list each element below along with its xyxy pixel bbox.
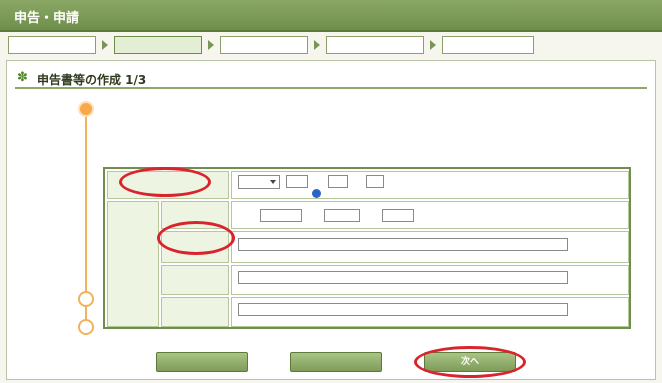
name-input[interactable] — [238, 303, 568, 316]
department-input-cell — [231, 231, 629, 263]
highlight-next-button — [414, 346, 526, 378]
name-input-cell — [231, 297, 629, 327]
step-4[interactable] — [326, 36, 424, 54]
window-titlebar: 申告・申請 — [0, 0, 662, 32]
intro-text — [21, 97, 521, 103]
contact-group-cell — [107, 201, 159, 327]
department-input[interactable] — [238, 238, 568, 251]
step-arrow-icon — [314, 40, 320, 50]
section-3-badge — [78, 319, 94, 335]
name-kana-label — [170, 277, 222, 283]
phone-label — [176, 212, 216, 218]
era-select[interactable] — [238, 175, 280, 189]
main-panel: ✽ 申告書等の作成 1/3 — [6, 60, 656, 380]
step-3[interactable] — [220, 36, 308, 54]
contact-group-label — [116, 262, 152, 268]
name-kana-input-cell — [231, 265, 629, 295]
name-label — [184, 309, 206, 315]
phone-local-input[interactable] — [324, 209, 360, 222]
back-button[interactable] — [156, 352, 248, 372]
page-title: 申告書等の作成 1/3 — [37, 73, 147, 87]
phone-input-cell — [231, 201, 629, 229]
step-arrow-icon — [102, 40, 108, 50]
step-navigation — [6, 36, 656, 56]
section-1-title — [103, 105, 223, 111]
section-1-badge — [78, 101, 94, 117]
section-2-title — [103, 296, 223, 302]
step-arrow-icon — [208, 40, 214, 50]
footer-buttons: 次へ — [6, 346, 656, 380]
month-input[interactable] — [328, 175, 348, 188]
name-kana-example — [238, 287, 298, 293]
name-example — [238, 319, 284, 325]
page-heading: ✽ 申告書等の作成 1/3 — [15, 69, 647, 89]
phone-number-input[interactable] — [382, 209, 414, 222]
section-2-badge — [78, 291, 94, 307]
day-input[interactable] — [366, 175, 384, 188]
help-icon[interactable] — [312, 189, 321, 198]
step-5[interactable] — [442, 36, 534, 54]
name-kana-label-cell — [161, 265, 229, 295]
step-1[interactable] — [8, 36, 96, 54]
submission-date-input-cell — [231, 171, 629, 199]
year-input[interactable] — [286, 175, 308, 188]
highlight-department — [157, 221, 235, 255]
name-kana-input[interactable] — [238, 271, 568, 284]
clover-icon: ✽ — [17, 70, 28, 85]
step-2-current[interactable] — [114, 36, 202, 54]
highlight-submission-date — [119, 167, 211, 197]
submission-date-help-link[interactable] — [240, 191, 306, 197]
save-button[interactable] — [290, 352, 382, 372]
section-3-title — [103, 324, 223, 330]
step-arrow-icon — [430, 40, 436, 50]
department-example — [238, 254, 298, 260]
window-title: 申告・申請 — [14, 11, 80, 26]
phone-area-input[interactable] — [260, 209, 302, 222]
